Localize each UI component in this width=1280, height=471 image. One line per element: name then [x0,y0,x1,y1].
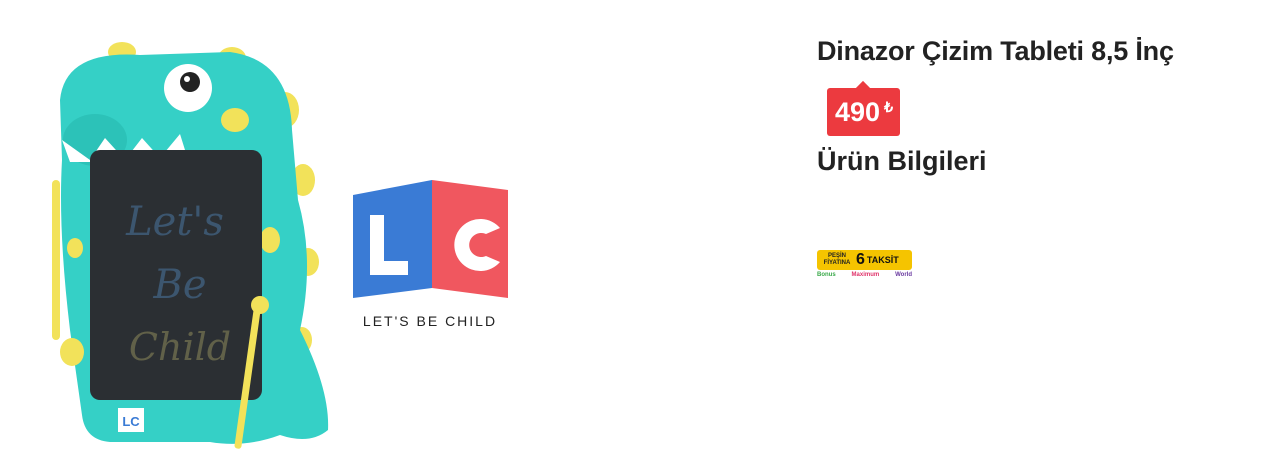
installment-pesin-label: PEŞİN FİYATINA [823,253,851,266]
tablet-logo: LC [122,414,140,429]
price-amount: 490 [835,97,881,127]
installment-badge: PEŞİN FİYATINA 6 TAKSİT Bonus Maximum Wo… [817,250,912,282]
product-info-heading: Ürün Bilgileri [817,146,987,176]
screen-text-1: Let's [125,199,224,245]
card-maximum-logo: Maximum [851,272,880,278]
installment-taksit-label: TAKSİT [866,255,899,265]
product-info: Dinazor Çizim Tableti 8,5 İnç 490 ₺ Ürün… [817,34,1257,178]
dino-tablet-illustration: Let's Be Child LC LET'S BE CHILD [52,42,508,449]
screen-text-2: Be [152,262,206,308]
brand-tagline: LET'S BE CHILD [363,313,497,329]
product-title: Dinazor Çizim Tableti 8,5 İnç [817,36,1174,66]
price-badge-notch [856,80,871,96]
card-bonus-logo: Bonus [817,272,836,278]
screen-text-3: Child [129,325,231,369]
product-image[interactable]: Let's Be Child LC LET'S BE CHILD [30,30,550,460]
price-badge: 490 ₺ [827,80,900,136]
card-world-logo: World [895,272,912,278]
brand-logo [353,180,508,298]
currency-symbol: ₺ [884,99,893,115]
installment-count: 6 [856,251,865,268]
